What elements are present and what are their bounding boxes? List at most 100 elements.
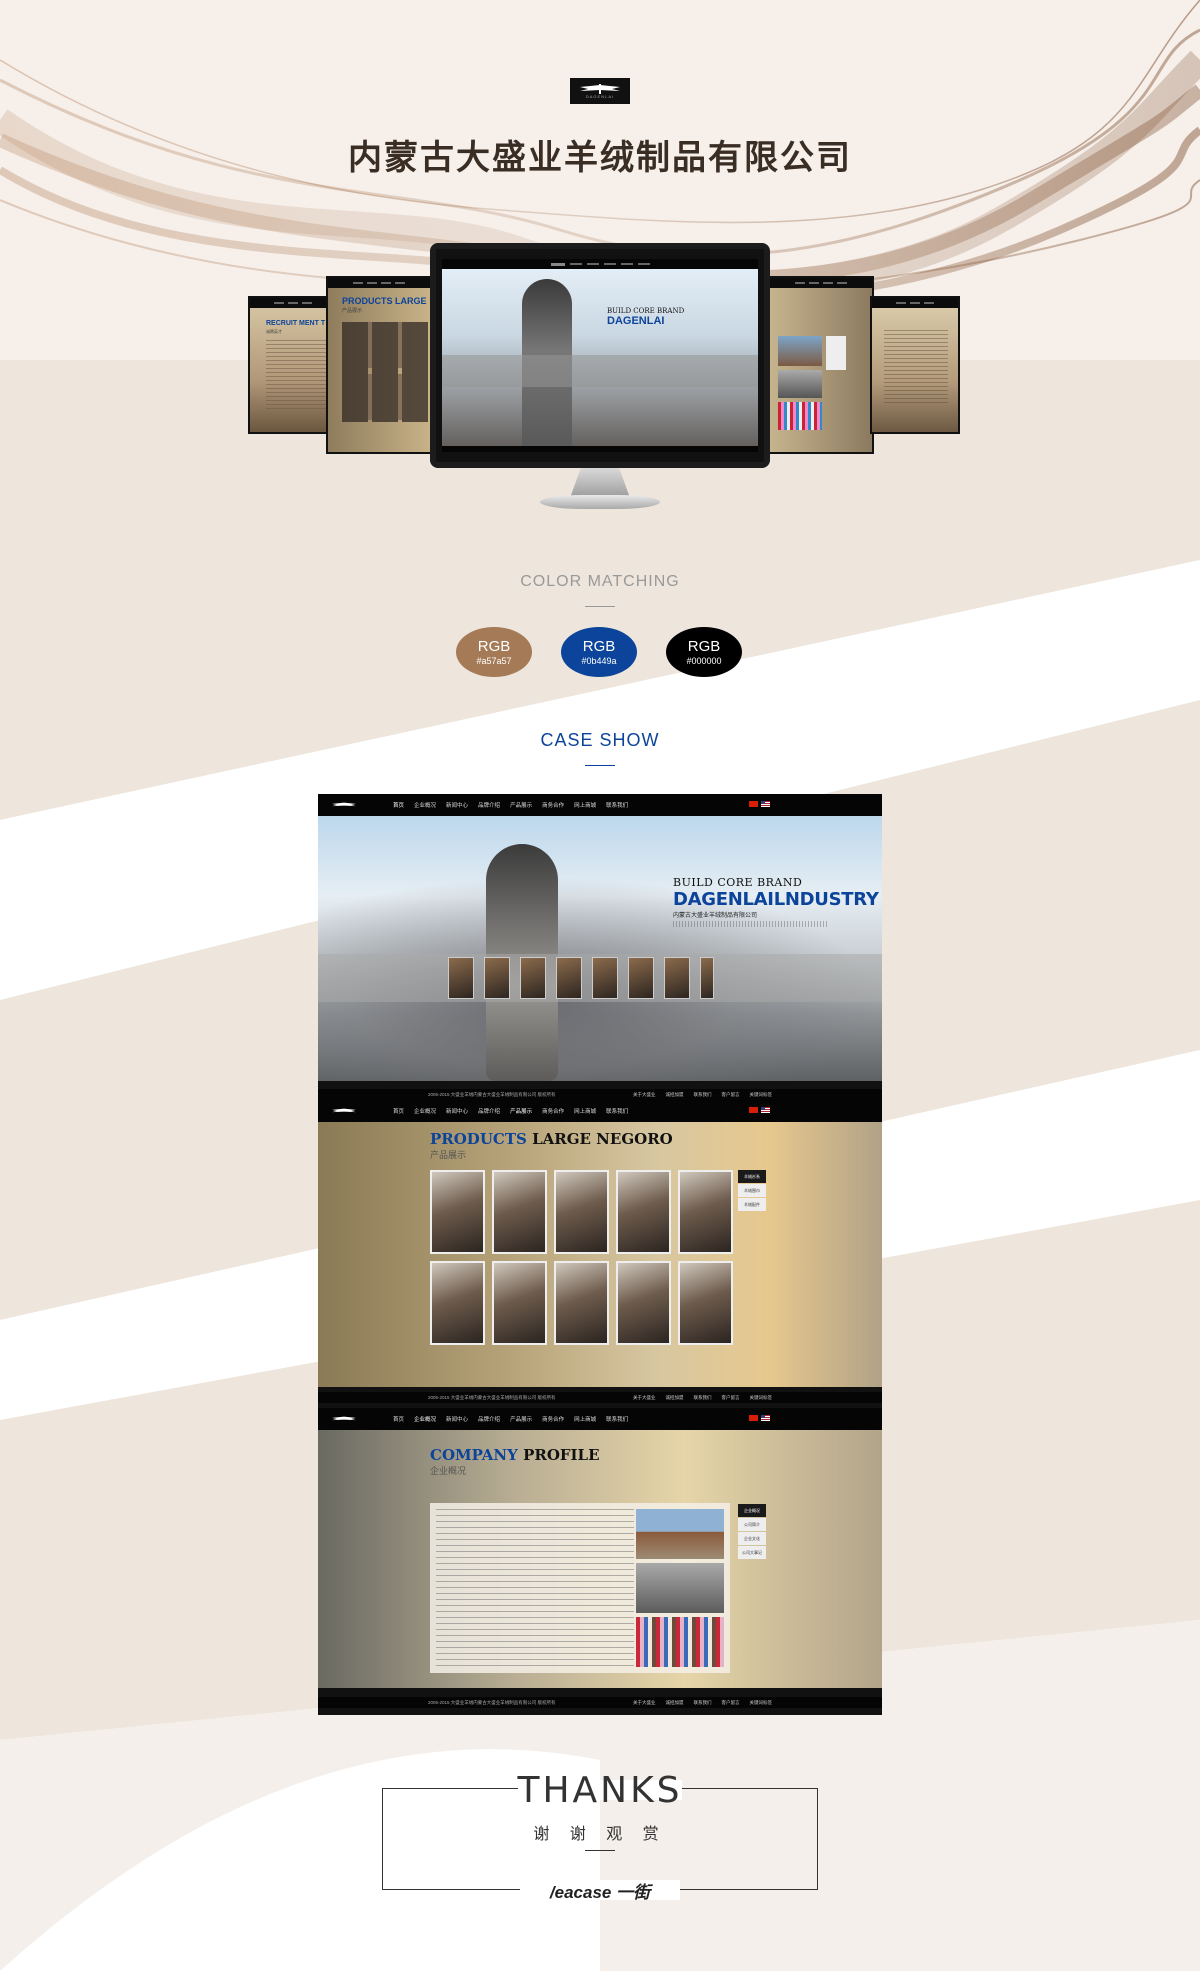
product-thumb[interactable] [492, 1261, 547, 1345]
recruit-title: RECRUIT MENT T [266, 320, 326, 327]
product-thumb[interactable] [554, 1261, 609, 1345]
nav-item-brand[interactable]: 品牌介绍 [473, 801, 505, 809]
hero-text: BUILD CORE BRAND DAGENLAILNDUSTRY 内蒙古大盛业… [673, 876, 879, 927]
side-menu-item[interactable]: 公司简介 [738, 1518, 766, 1531]
swatch-hex: #a57a57 [476, 655, 512, 666]
color-matching-title: COLOR MATCHING [520, 573, 680, 590]
nav-item-profile[interactable]: 企业概况 [409, 1107, 441, 1115]
footer-link[interactable]: 关于大盛业 [633, 1092, 656, 1098]
product-thumb[interactable] [616, 1170, 671, 1254]
nav-item-shop[interactable]: 网上商城 [569, 1415, 601, 1423]
thanks-title: THANKS [517, 1770, 683, 1811]
side-menu-item[interactable]: 企业文化 [738, 1532, 766, 1545]
thanks-subtitle: 谢 谢 观 赏 [533, 1826, 667, 1843]
products-title-b: LARGE NEGORO [532, 1130, 673, 1148]
brand-logo: DAGENLAI [570, 78, 630, 104]
company-title: 内蒙古大盛业羊绒制品有限公司 [348, 138, 852, 178]
footer-link[interactable]: 客户留言 [722, 1395, 740, 1401]
footer: 2005-2015 大盛业羊绒内蒙古大盛业羊绒制品有限公司 版权所有 关于大盛业… [318, 1392, 882, 1403]
color-matching-divider [585, 606, 615, 607]
nav-item-products[interactable]: 产品展示 [505, 801, 537, 809]
nav-item-contact[interactable]: 联系我们 [601, 1107, 633, 1115]
nav-item-contact[interactable]: 联系我们 [601, 1415, 633, 1423]
china-flag-icon[interactable] [749, 1415, 758, 1421]
footer-link[interactable]: 联系我们 [694, 1092, 712, 1098]
swatch-hex: #0b449a [581, 655, 617, 666]
side-menu-item[interactable]: 羊绒围巾 [738, 1184, 766, 1197]
nav-item-business[interactable]: 商务合作 [537, 1107, 569, 1115]
workshop-photo [636, 1563, 724, 1613]
case-show-title: CASE SHOW [540, 730, 660, 750]
side-menu-item[interactable]: 公司大事记 [738, 1546, 766, 1559]
products-heading: PRODUCTS LARGE NEGORO 产品展示 [430, 1130, 673, 1161]
footer-link[interactable]: 关于大盛业 [633, 1700, 656, 1706]
side-menu-item[interactable]: 企业概况 [738, 1504, 766, 1517]
monitor-hero-line1: BUILD CORE BRAND [607, 307, 685, 315]
product-thumb[interactable] [554, 1170, 609, 1254]
footer-link[interactable]: 联系我们 [694, 1395, 712, 1401]
us-flag-icon[interactable] [761, 801, 770, 807]
nav-item-shop[interactable]: 网上商城 [569, 801, 601, 809]
nav-item-profile[interactable]: 企业概况 [409, 801, 441, 809]
footer-link[interactable]: 关键词标签 [750, 1700, 773, 1706]
us-flag-icon[interactable] [761, 1415, 770, 1421]
products-subtitle: 产品展示 [430, 1150, 467, 1160]
footer-link[interactable]: 诚招加盟 [666, 1395, 684, 1401]
main-nav: 首页 企业概况 新闻中心 品牌介绍 产品展示 商务合作 网上商城 联系我们 [318, 794, 882, 816]
side-menu-item[interactable]: 羊绒衫系 [738, 1170, 766, 1183]
footer-link[interactable]: 关键词标签 [750, 1395, 773, 1401]
company-page: 首页 企业概况 新闻中心 品牌介绍 产品展示 商务合作 网上商城 联系我们 CO… [318, 1408, 882, 1715]
company-description [436, 1509, 634, 1667]
nav-item-business[interactable]: 商务合作 [537, 1415, 569, 1423]
china-flag-icon[interactable] [749, 1107, 758, 1113]
footer-link[interactable]: 诚招加盟 [666, 1092, 684, 1098]
nav-logo[interactable] [330, 1104, 358, 1118]
us-flag-icon[interactable] [761, 1107, 770, 1113]
nav-item-products[interactable]: 产品展示 [505, 1107, 537, 1115]
product-grid [430, 1170, 733, 1345]
factory-photo [636, 1509, 724, 1559]
nav-item-news[interactable]: 新闻中心 [441, 801, 473, 809]
product-thumb[interactable] [678, 1170, 733, 1254]
nav-item-profile[interactable]: 企业概况 [409, 1415, 441, 1423]
footer-link[interactable]: 客户留言 [722, 1700, 740, 1706]
footer-link[interactable]: 关于大盛业 [633, 1395, 656, 1401]
nav-item-news[interactable]: 新闻中心 [441, 1415, 473, 1423]
nav-item-contact[interactable]: 联系我们 [601, 801, 633, 809]
screen-about [870, 296, 960, 434]
nav-item-shop[interactable]: 网上商城 [569, 1107, 601, 1115]
product-thumb[interactable] [616, 1261, 671, 1345]
nav-item-home[interactable]: 首页 [388, 1107, 409, 1115]
designer-signature: /eacase 一街 [549, 1883, 651, 1902]
nav-logo[interactable] [330, 798, 358, 812]
nav-item-home[interactable]: 首页 [388, 1415, 409, 1423]
recruit-subtitle: 诚聘英才 [266, 329, 282, 334]
footer-link[interactable]: 联系我们 [694, 1700, 712, 1706]
product-thumb[interactable] [678, 1261, 733, 1345]
footer-link[interactable]: 关键词标签 [750, 1092, 773, 1098]
nav-item-brand[interactable]: 品牌介绍 [473, 1107, 505, 1115]
hero-line3: 内蒙古大盛业羊绒制品有限公司 [673, 913, 758, 919]
footer-link[interactable]: 客户留言 [722, 1092, 740, 1098]
footer-link[interactable]: 诚招加盟 [666, 1700, 684, 1706]
nav-item-news[interactable]: 新闻中心 [441, 1107, 473, 1115]
side-menu-item[interactable]: 羊绒配件 [738, 1198, 766, 1211]
swatch-label: RGB [477, 637, 511, 655]
china-flag-icon[interactable] [749, 801, 758, 807]
hero-line1: BUILD CORE BRAND [673, 876, 803, 889]
nav-item-products[interactable]: 产品展示 [505, 1415, 537, 1423]
logo-text: DAGENLAI [585, 93, 615, 99]
product-side-menu: 羊绒衫系 羊绒围巾 羊绒配件 [738, 1170, 766, 1212]
nav-item-brand[interactable]: 品牌介绍 [473, 1415, 505, 1423]
product-thumb[interactable] [492, 1170, 547, 1254]
product-thumb[interactable] [430, 1170, 485, 1254]
nav-logo[interactable] [330, 1412, 358, 1426]
swatch-hex: #000000 [686, 655, 722, 666]
product-thumb[interactable] [430, 1261, 485, 1345]
nav-item-home[interactable]: 首页 [388, 801, 409, 809]
products-short-title: PRODUCTS LARGE [342, 296, 427, 306]
products-short-subtitle: 产品展示 [342, 308, 363, 314]
yarn-photo [636, 1617, 724, 1667]
hero-line2: DAGENLAILNDUSTRY [673, 889, 879, 910]
nav-item-business[interactable]: 商务合作 [537, 801, 569, 809]
